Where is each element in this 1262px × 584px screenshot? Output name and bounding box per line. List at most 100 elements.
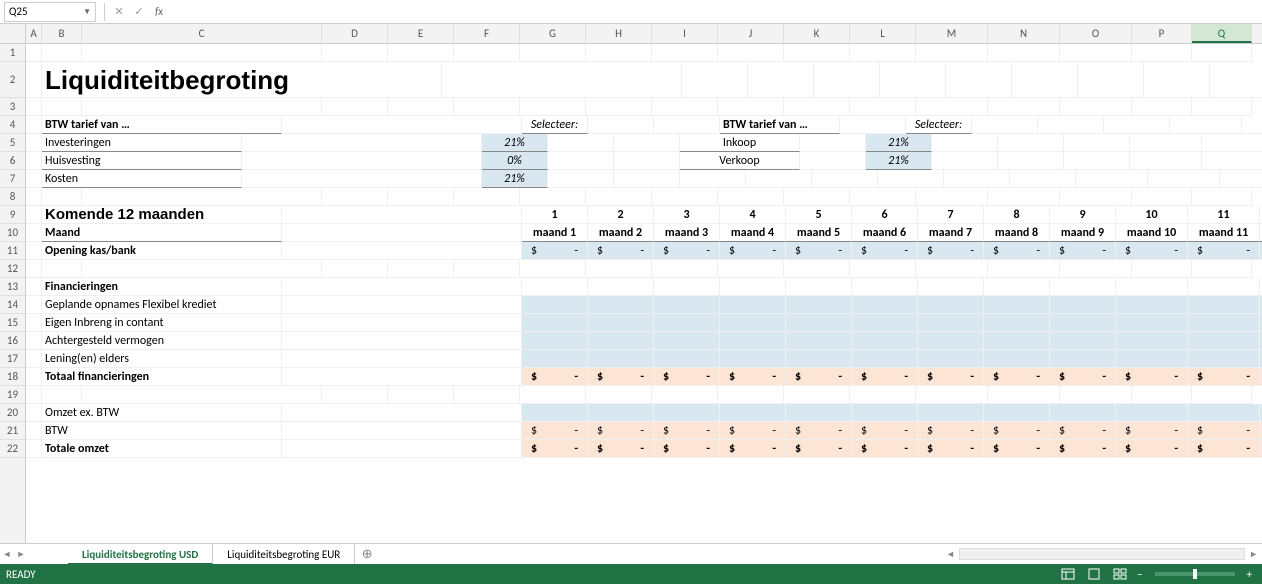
cell-N21[interactable]: $- — [1188, 422, 1260, 440]
cell-Q1[interactable] — [1192, 44, 1252, 62]
cell-F17[interactable] — [654, 350, 720, 368]
cell-D16[interactable] — [522, 332, 588, 350]
cell-B7[interactable]: Kosten — [42, 170, 242, 188]
cell-E18[interactable]: $- — [588, 368, 654, 386]
cell-A9[interactable] — [26, 206, 42, 224]
cell-E11[interactable]: $- — [588, 242, 654, 260]
cell-L3[interactable] — [850, 98, 916, 116]
cell-K17[interactable] — [984, 350, 1050, 368]
cell-M5[interactable] — [1130, 134, 1202, 152]
cell-A20[interactable] — [26, 404, 42, 422]
cell-I4[interactable]: Selecteer: — [906, 116, 972, 134]
cell-D4[interactable]: Selecteer: — [522, 116, 588, 134]
tab-nav-prev-icon[interactable]: ◄ — [0, 544, 14, 564]
col-header-L[interactable]: L — [850, 24, 916, 43]
cell-C20[interactable] — [282, 404, 522, 422]
cell-B11[interactable]: Opening kas/bank — [42, 242, 282, 260]
cell-I16[interactable] — [852, 332, 918, 350]
cell-B20[interactable]: Omzet ex. BTW — [42, 404, 282, 422]
cell-B13[interactable]: Financieringen — [42, 278, 282, 296]
row-header-4[interactable]: 4 — [0, 116, 25, 134]
cell-E12[interactable] — [388, 260, 454, 278]
cell-L19[interactable] — [850, 386, 916, 404]
cell-N9[interactable]: 11 — [1188, 206, 1260, 224]
cell-F13[interactable] — [654, 278, 720, 296]
cell-M16[interactable] — [1116, 332, 1188, 350]
cell-B2[interactable]: Liquiditeitbegroting — [42, 62, 442, 98]
col-header-Q[interactable]: Q — [1192, 24, 1252, 43]
cell-H18[interactable]: $- — [786, 368, 852, 386]
row-header-13[interactable]: 13 — [0, 278, 25, 296]
cell-G4[interactable]: BTW tarief van … — [720, 116, 840, 134]
cell-D5[interactable]: 21% — [482, 134, 548, 152]
cell-I13[interactable] — [852, 278, 918, 296]
cell-F6[interactable] — [614, 152, 680, 170]
cell-C4[interactable] — [282, 116, 522, 134]
cell-K15[interactable] — [984, 314, 1050, 332]
sheet-tab-active[interactable]: Liquiditeitsbegroting USD — [68, 544, 213, 565]
row-header-19[interactable]: 19 — [0, 386, 25, 404]
cell-I6[interactable]: 21% — [866, 152, 932, 170]
cell-D1[interactable] — [322, 44, 388, 62]
cell-P8[interactable] — [1132, 188, 1192, 206]
cell-A18[interactable] — [26, 368, 42, 386]
cell-K1[interactable] — [784, 44, 850, 62]
cell-J4[interactable] — [972, 116, 1038, 134]
cell-M1[interactable] — [916, 44, 988, 62]
cell-E7[interactable] — [548, 170, 614, 188]
cell-E9[interactable]: 2 — [588, 206, 654, 224]
cell-M9[interactable]: 10 — [1116, 206, 1188, 224]
cell-J1[interactable] — [718, 44, 784, 62]
add-sheet-icon[interactable]: ⊕ — [355, 547, 379, 562]
cell-E5[interactable] — [548, 134, 614, 152]
cell-L14[interactable] — [1050, 296, 1116, 314]
name-box-dropdown-icon[interactable]: ▼ — [83, 7, 91, 17]
cell-D12[interactable] — [322, 260, 388, 278]
cell-K10[interactable]: maand 8 — [984, 224, 1050, 242]
cell-C16[interactable] — [282, 332, 522, 350]
sheet-tab-other[interactable]: Liquiditeitsbegroting EUR — [213, 544, 355, 565]
cell-O8[interactable] — [1060, 188, 1132, 206]
col-header-G[interactable]: G — [520, 24, 586, 43]
cell-N17[interactable] — [1188, 350, 1260, 368]
cell-H4[interactable] — [840, 116, 906, 134]
cell-B1[interactable] — [42, 44, 82, 62]
cell-K12[interactable] — [784, 260, 850, 278]
cell-E16[interactable] — [588, 332, 654, 350]
cell-H6[interactable] — [800, 152, 866, 170]
cell-I15[interactable] — [852, 314, 918, 332]
cell-N20[interactable] — [1188, 404, 1260, 422]
row-header-22[interactable]: 22 — [0, 440, 25, 458]
cell-G12[interactable] — [520, 260, 586, 278]
cell-D21[interactable]: $- — [522, 422, 588, 440]
col-header-A[interactable]: A — [26, 24, 42, 43]
cell-K20[interactable] — [984, 404, 1050, 422]
cell-A21[interactable] — [26, 422, 42, 440]
cell-F16[interactable] — [654, 332, 720, 350]
cell-D8[interactable] — [322, 188, 388, 206]
cell-D18[interactable]: $- — [522, 368, 588, 386]
cell-F5[interactable] — [614, 134, 680, 152]
cell-K22[interactable]: $- — [984, 440, 1050, 458]
cell-C2[interactable] — [442, 62, 682, 98]
cell-M15[interactable] — [1116, 314, 1188, 332]
cell-F3[interactable] — [454, 98, 520, 116]
cell-J3[interactable] — [718, 98, 784, 116]
cell-D7[interactable]: 21% — [482, 170, 548, 188]
cell-A1[interactable] — [26, 44, 42, 62]
cell-J19[interactable] — [718, 386, 784, 404]
cell-D11[interactable]: $- — [522, 242, 588, 260]
cell-L17[interactable] — [1050, 350, 1116, 368]
cell-A12[interactable] — [26, 260, 42, 278]
cell-B8[interactable] — [42, 188, 82, 206]
cell-E8[interactable] — [388, 188, 454, 206]
zoom-slider[interactable] — [1155, 572, 1235, 576]
cell-B10[interactable]: Maand — [42, 224, 282, 242]
cell-C19[interactable] — [82, 386, 322, 404]
cell-J9[interactable]: 7 — [918, 206, 984, 224]
cell-A7[interactable] — [26, 170, 42, 188]
cell-A13[interactable] — [26, 278, 42, 296]
cell-N22[interactable]: $- — [1188, 440, 1260, 458]
cell-D22[interactable]: $- — [522, 440, 588, 458]
cell-N7[interactable] — [1148, 170, 1220, 188]
